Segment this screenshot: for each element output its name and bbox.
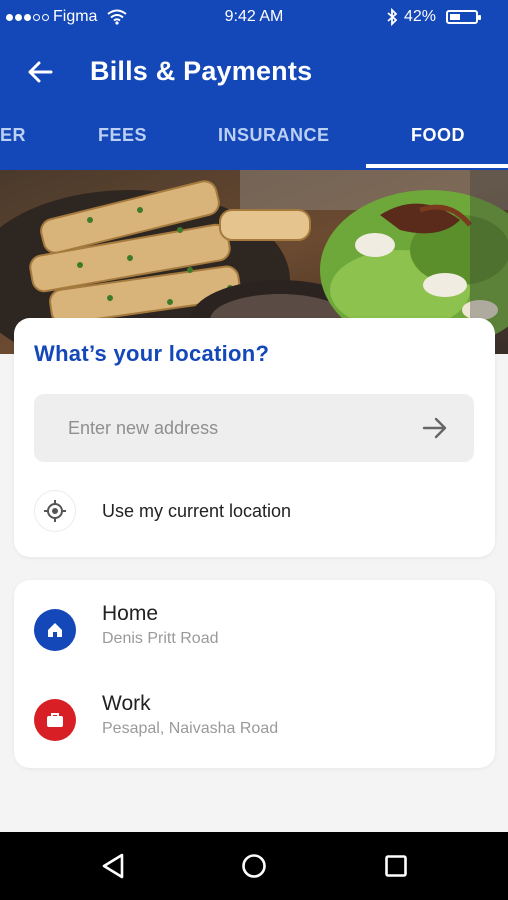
status-right: 42% bbox=[386, 8, 481, 26]
briefcase-icon bbox=[34, 699, 76, 741]
place-name: Home bbox=[102, 602, 159, 625]
tab-insurance[interactable]: INSURANCE bbox=[218, 125, 330, 146]
arrow-left-icon bbox=[28, 61, 53, 83]
back-button[interactable] bbox=[24, 56, 56, 88]
page-title: Bills & Payments bbox=[90, 56, 313, 86]
location-heading: What’s your location? bbox=[34, 341, 270, 366]
saved-places-card: Home Denis Pritt Road Work Pesapal, Naiv… bbox=[14, 580, 495, 768]
arrow-right-icon bbox=[422, 417, 447, 439]
address-input[interactable] bbox=[68, 394, 408, 462]
saved-place-home[interactable]: Home Denis Pritt Road bbox=[34, 602, 474, 662]
place-address: Pesapal, Naivasha Road bbox=[102, 720, 279, 737]
status-bar: Figma 9:42 AM 42% bbox=[0, 0, 508, 34]
category-tabs: ER FEES INSURANCE FOOD bbox=[0, 114, 508, 170]
use-current-location-button[interactable]: Use my current location bbox=[34, 490, 474, 532]
nav-back-button[interactable] bbox=[96, 849, 130, 883]
current-location-label: Use my current location bbox=[102, 501, 292, 521]
home-icon bbox=[34, 609, 76, 651]
place-name: Work bbox=[102, 692, 151, 715]
battery-icon bbox=[446, 10, 481, 24]
submit-address-button[interactable] bbox=[422, 416, 448, 440]
gps-target-icon bbox=[34, 490, 76, 532]
tab-food[interactable]: FOOD bbox=[411, 125, 465, 146]
tab-fees[interactable]: FEES bbox=[98, 125, 147, 146]
place-address: Denis Pritt Road bbox=[102, 630, 219, 647]
app-bar: Bills & Payments bbox=[0, 34, 508, 114]
system-nav-bar bbox=[0, 832, 508, 900]
tab-er[interactable]: ER bbox=[0, 125, 26, 146]
nav-recents-button[interactable] bbox=[379, 849, 413, 883]
home-circle-icon bbox=[242, 854, 266, 878]
nav-home-button[interactable] bbox=[237, 849, 271, 883]
address-field bbox=[34, 394, 474, 462]
bluetooth-icon bbox=[387, 8, 398, 26]
recents-square-icon bbox=[385, 855, 407, 877]
battery-percent: 42% bbox=[403, 8, 436, 25]
active-tab-indicator bbox=[366, 164, 508, 168]
location-card: What’s your location? Use my current loc… bbox=[14, 318, 495, 557]
saved-place-work[interactable]: Work Pesapal, Naivasha Road bbox=[34, 692, 474, 752]
back-triangle-icon bbox=[102, 853, 124, 879]
